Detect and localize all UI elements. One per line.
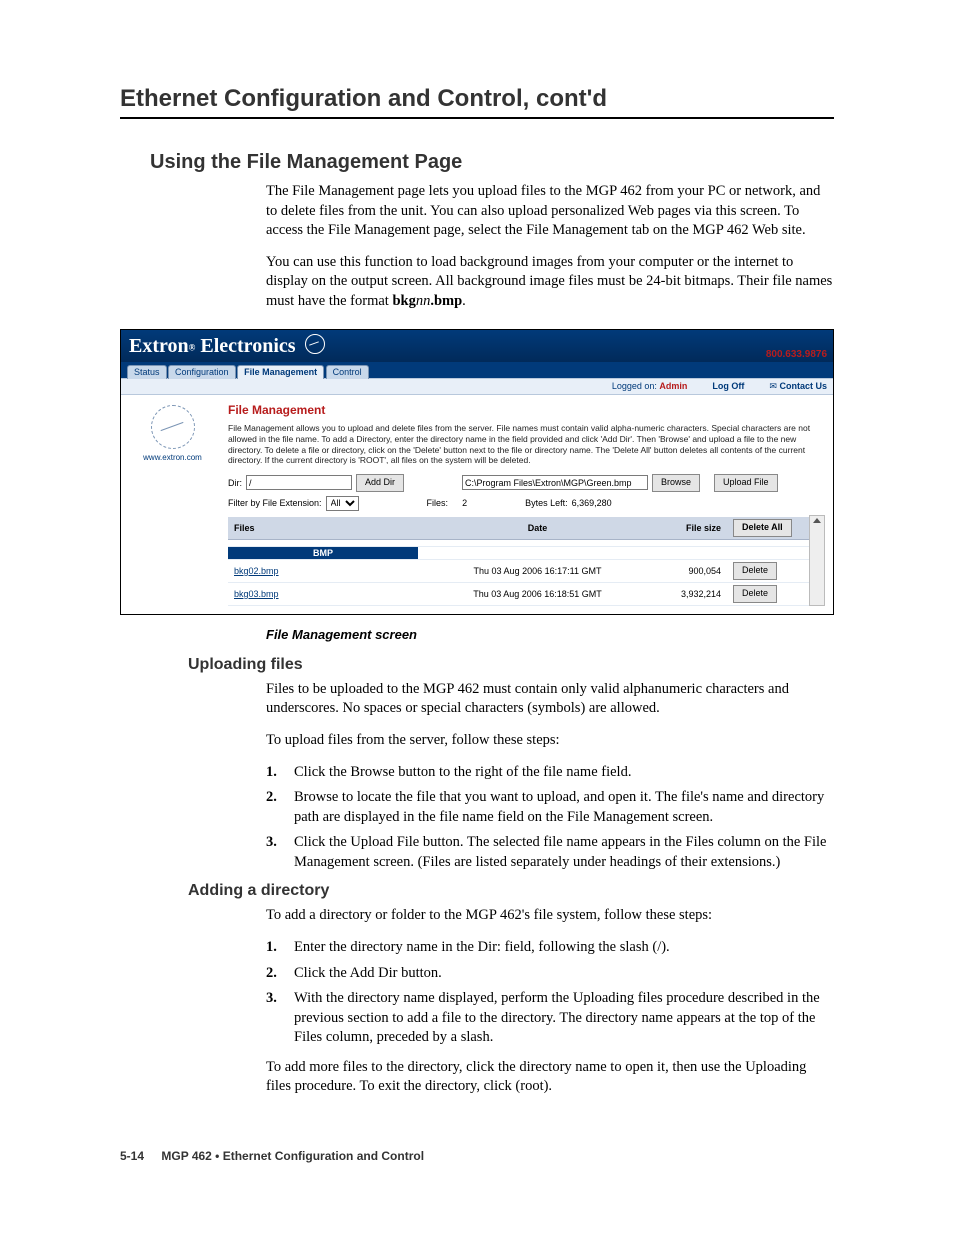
intro-paragraph-2: You can use this function to load backgr… [266, 253, 834, 312]
file-link[interactable]: bkg03.bmp [234, 589, 279, 599]
sub-uploading-files: Uploading files [188, 656, 834, 674]
footer-text: MGP 462 • Ethernet Configuration and Con… [161, 1149, 424, 1163]
delete-button[interactable]: Delete [733, 562, 777, 580]
file-size: 900,054 [645, 559, 727, 582]
browse-button[interactable]: Browse [652, 474, 700, 492]
step-text: Click the Browse button to the right of … [294, 763, 834, 783]
step-text: With the directory name displayed, perfo… [294, 989, 834, 1048]
file-date: Thu 03 Aug 2006 16:18:51 GMT [430, 582, 645, 605]
delete-all-button[interactable]: Delete All [733, 519, 792, 537]
file-size: 3,932,214 [645, 582, 727, 605]
bytes-value: 6,369,280 [572, 498, 612, 508]
phone-number: 800.633.9876 [766, 349, 827, 360]
file-link[interactable]: bkg02.bmp [234, 566, 279, 576]
brand-banner: Extron® Electronics [121, 330, 833, 362]
files-label: Files: [427, 498, 449, 508]
mail-icon: ✉ [769, 381, 777, 391]
info-strip: Logged on: Admin Log Off ✉ Contact Us [121, 378, 833, 395]
sub-adding-directory: Adding a directory [188, 882, 834, 900]
delete-button[interactable]: Delete [733, 585, 777, 603]
step-num: 2. [266, 964, 294, 984]
p2-text: You can use this function to load backgr… [266, 254, 832, 309]
step-num: 3. [266, 833, 294, 872]
scrollbar[interactable] [809, 515, 825, 606]
tab-control[interactable]: Control [326, 365, 369, 379]
chapter-rule [120, 117, 834, 119]
step-num: 3. [266, 989, 294, 1048]
logoff-link[interactable]: Log Off [712, 381, 744, 391]
file-path-input[interactable] [462, 475, 648, 490]
tab-file-management[interactable]: File Management [237, 365, 324, 379]
tab-status[interactable]: Status [127, 365, 167, 379]
figure-caption: File Management screen [266, 627, 834, 642]
bytes-label: Bytes Left: [525, 498, 568, 508]
file-management-screenshot: Extron® Electronics Status Configuration… [120, 329, 834, 615]
step-num: 2. [266, 788, 294, 827]
adddir-p2: To add more files to the directory, clic… [266, 1058, 834, 1097]
add-dir-button[interactable]: Add Dir [356, 474, 404, 492]
brand-extron: Extron [129, 335, 189, 357]
step-text: Browse to locate the file that you want … [294, 788, 834, 827]
filter-select[interactable]: All [326, 496, 359, 511]
filter-label: Filter by File Extension: [228, 498, 322, 508]
upload-steps: 1.Click the Browse button to the right o… [266, 763, 834, 873]
adddir-p1: To add a directory or folder to the MGP … [266, 906, 834, 926]
files-table: Files Date File size Delete All BMP bkg0… [228, 517, 809, 606]
sidebar: www.extron.com [121, 395, 224, 614]
tab-bar: Status Configuration File Management Con… [121, 362, 833, 378]
step-text: Click the Upload File button. The select… [294, 833, 834, 872]
dir-input[interactable] [246, 475, 352, 490]
files-count: 2 [462, 498, 467, 508]
p2-bold2: .bmp [430, 293, 462, 309]
table-row: bkg02.bmp Thu 03 Aug 2006 16:17:11 GMT 9… [228, 559, 809, 582]
step-text: Click the Add Dir button. [294, 964, 834, 984]
logged-user: Admin [659, 381, 687, 391]
fm-heading: File Management [228, 403, 825, 417]
step-num: 1. [266, 763, 294, 783]
adddir-steps: 1.Enter the directory name in the Dir: f… [266, 938, 834, 1048]
intro-paragraph-1: The File Management page lets you upload… [266, 182, 834, 241]
contact-link[interactable]: Contact Us [779, 381, 827, 391]
upload-p2: To upload files from the server, follow … [266, 731, 834, 751]
page-footer: 5-14 MGP 462 • Ethernet Configuration an… [120, 1149, 834, 1163]
chapter-title: Ethernet Configuration and Control, cont… [120, 85, 834, 113]
section-using-file-mgmt: Using the File Management Page [150, 151, 834, 174]
upload-file-button[interactable]: Upload File [714, 474, 778, 492]
scroll-up-icon [813, 518, 821, 523]
fm-note: File Management allows you to upload and… [228, 423, 825, 466]
upload-p1: Files to be uploaded to the MGP 462 must… [266, 680, 834, 719]
sidebar-logo-icon [151, 405, 195, 449]
file-date: Thu 03 Aug 2006 16:17:11 GMT [430, 559, 645, 582]
brand-globe-icon [305, 334, 325, 354]
brand-electronics: Electronics [195, 335, 295, 357]
tab-configuration[interactable]: Configuration [168, 365, 236, 379]
th-size: File size [645, 517, 727, 540]
th-date: Date [430, 517, 645, 540]
group-bmp: BMP [228, 547, 418, 559]
step-text: Enter the directory name in the Dir: fie… [294, 938, 834, 958]
p2-italic: nn [416, 293, 431, 309]
table-row: bkg03.bmp Thu 03 Aug 2006 16:18:51 GMT 3… [228, 582, 809, 605]
sidebar-url[interactable]: www.extron.com [125, 453, 220, 462]
th-files: Files [228, 517, 430, 540]
p2-bold1: bkg [392, 293, 415, 309]
step-num: 1. [266, 938, 294, 958]
logged-label: Logged on: [612, 381, 660, 391]
page-number: 5-14 [120, 1149, 144, 1163]
dir-label: Dir: [228, 478, 242, 488]
p2-dot: . [462, 293, 466, 309]
